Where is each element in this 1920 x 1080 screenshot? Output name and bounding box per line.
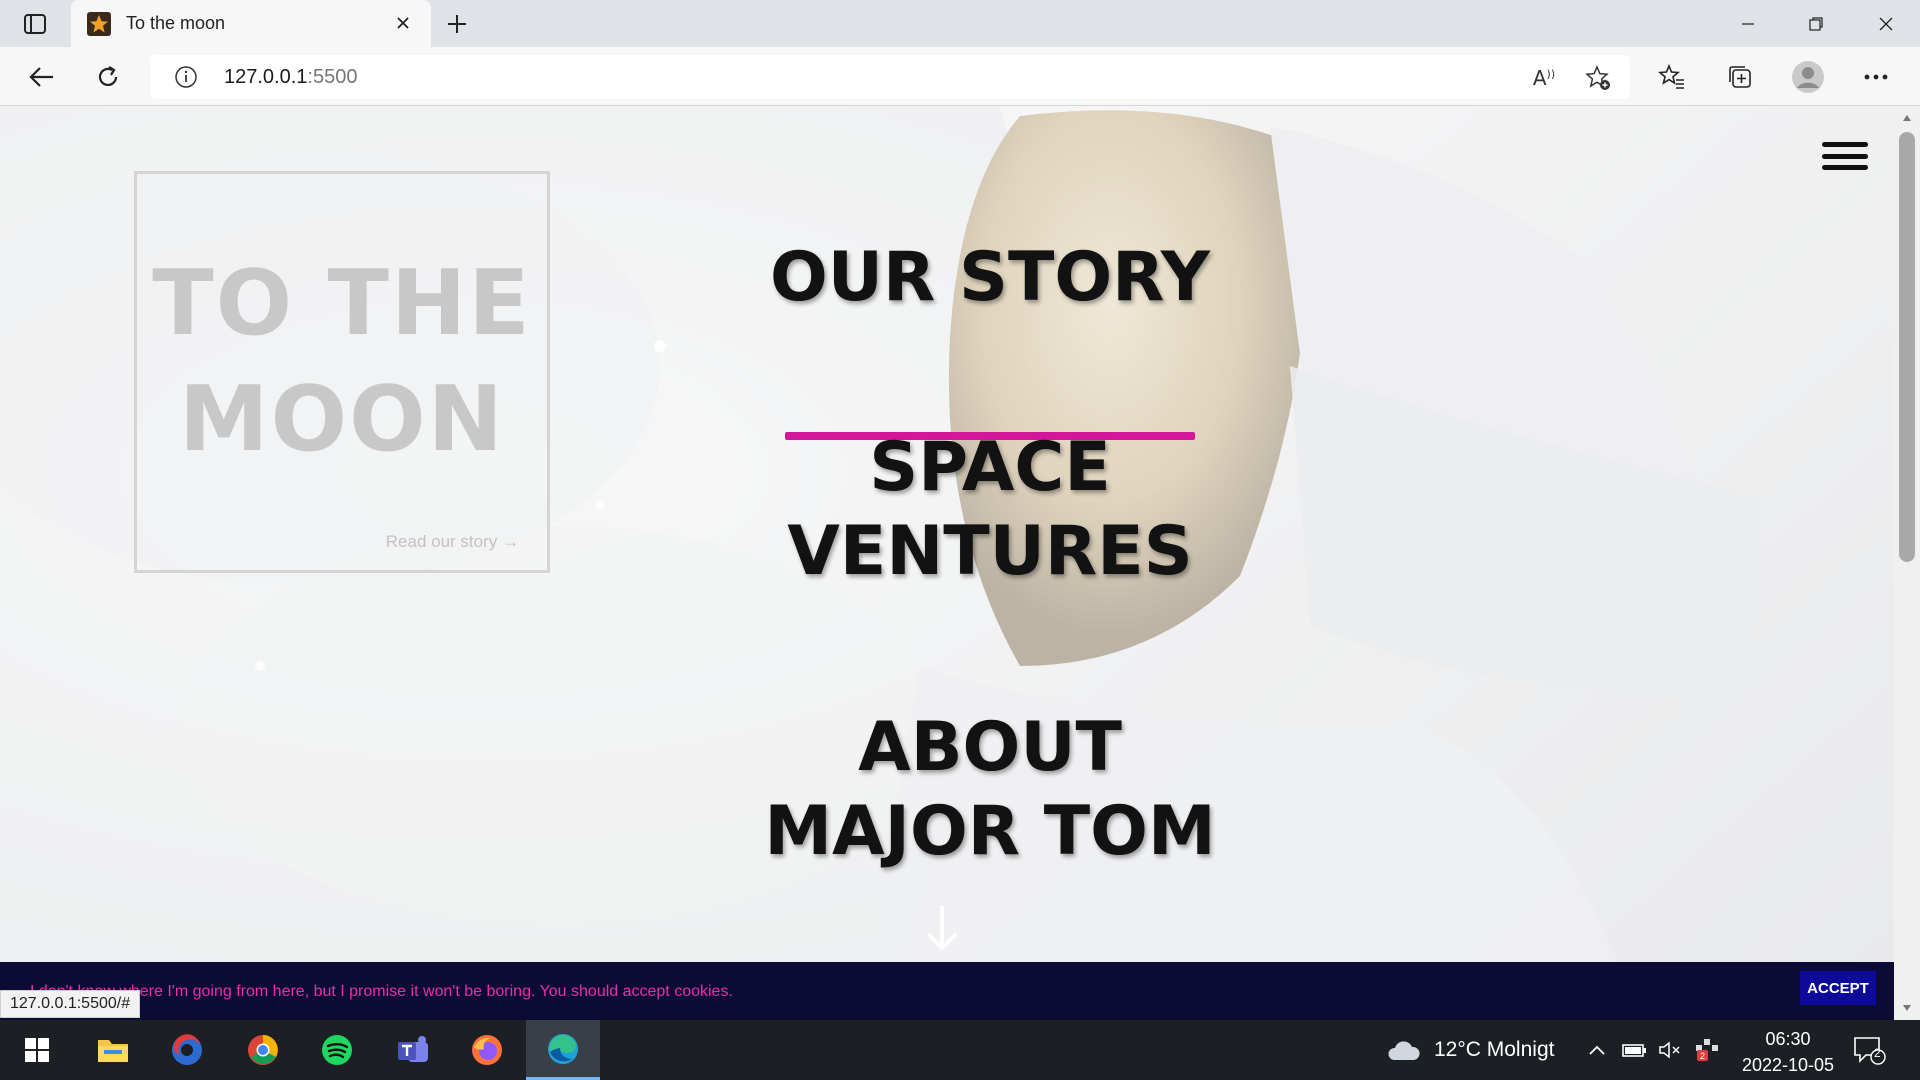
restore-icon[interactable] <box>1782 0 1850 47</box>
weather-text: 12°C Molnigt <box>1434 1038 1555 1061</box>
url-text[interactable]: 127.0.0.1:5500 <box>224 66 357 89</box>
scroll-down-icon[interactable] <box>1901 1002 1913 1014</box>
link-status-bar: 127.0.0.1:5500/# <box>0 990 141 1018</box>
taskbar-clock[interactable]: 06:30 2022-10-05 <box>1728 1026 1848 1078</box>
scroll-up-icon[interactable] <box>1901 112 1913 124</box>
firefox-icon[interactable] <box>450 1020 524 1080</box>
refresh-icon[interactable] <box>90 59 126 95</box>
site-logo-title: TO THE MOON <box>152 251 532 472</box>
menu-item-our-story[interactable]: OUR STORY <box>690 236 1290 320</box>
browser-tab-strip: To the moon <box>0 0 1920 47</box>
security-alert-icon[interactable]: 2 <box>1694 1020 1720 1080</box>
accept-cookies-button[interactable]: ACCEPT <box>1800 971 1876 1005</box>
clock-time: 06:30 <box>1765 1029 1811 1049</box>
favorites-icon[interactable] <box>1654 59 1690 95</box>
hamburger-menu-icon[interactable] <box>1820 136 1870 176</box>
cloud-icon <box>1388 1041 1420 1060</box>
new-tab-icon[interactable] <box>440 9 474 39</box>
edge-icon[interactable] <box>526 1020 600 1080</box>
close-window-icon[interactable] <box>1852 0 1920 47</box>
tab-title: To the moon <box>126 13 226 33</box>
more-options-icon[interactable] <box>1858 59 1894 95</box>
notification-center-icon[interactable]: 2 <box>1852 1020 1886 1080</box>
cookie-banner: I don't know where I'm going from here, … <box>0 962 1894 1020</box>
show-hidden-icons[interactable] <box>1588 1020 1606 1080</box>
weather-widget[interactable]: 12°C Molnigt <box>1386 1020 1554 1080</box>
svg-text:2: 2 <box>1700 1051 1705 1061</box>
spotify-icon[interactable] <box>300 1020 374 1080</box>
scroll-down-arrow-icon[interactable] <box>922 904 962 954</box>
windows-taskbar: 12°C Molnigt 2 06:30 2022-10-05 2 <box>0 1020 1920 1080</box>
battery-icon[interactable] <box>1622 1020 1648 1080</box>
menu-item-space-ventures[interactable]: SPACE VENTURES <box>690 426 1290 594</box>
close-tab-icon[interactable] <box>391 11 415 35</box>
menu-item-about-major-tom[interactable]: ABOUT MAJOR TOM <box>690 706 1290 874</box>
clock-date: 2022-10-05 <box>1741 1055 1835 1075</box>
logo-box: TO THE MOON Read our story → <box>134 171 550 573</box>
chrome-icon[interactable] <box>226 1020 300 1080</box>
profile-avatar-icon[interactable] <box>1790 59 1826 95</box>
address-bar[interactable]: 127.0.0.1:5500 A)) <box>150 55 1630 99</box>
back-icon[interactable] <box>24 59 60 95</box>
page-scrollbar[interactable] <box>1894 106 1920 1020</box>
collections-icon[interactable] <box>1722 59 1758 95</box>
speaker-muted-icon[interactable] <box>1658 1020 1682 1080</box>
chevron-up-icon[interactable] <box>1588 1044 1606 1056</box>
browser-tab[interactable]: To the moon <box>71 0 431 47</box>
read-aloud-icon[interactable]: A)) <box>1530 64 1558 92</box>
windows-start-icon[interactable] <box>0 1020 74 1080</box>
scrollbar-thumb[interactable] <box>1899 132 1915 562</box>
notification-count: 2 <box>1874 1046 1881 1060</box>
page-viewport: TO THE MOON Read our story → OUR STORY S… <box>0 106 1920 1020</box>
read-our-story-link[interactable]: Read our story → <box>386 532 519 552</box>
minimize-icon[interactable] <box>1714 0 1782 47</box>
browser-toolbar: 127.0.0.1:5500 A)) <box>0 47 1920 106</box>
edge-dev-icon[interactable] <box>150 1020 224 1080</box>
add-favorite-icon[interactable] <box>1584 64 1612 92</box>
star-favicon-icon <box>87 12 111 36</box>
teams-icon[interactable] <box>376 1020 450 1080</box>
site-info-icon[interactable] <box>174 65 198 89</box>
file-explorer-icon[interactable] <box>76 1020 150 1080</box>
tab-actions-icon[interactable] <box>18 9 52 39</box>
